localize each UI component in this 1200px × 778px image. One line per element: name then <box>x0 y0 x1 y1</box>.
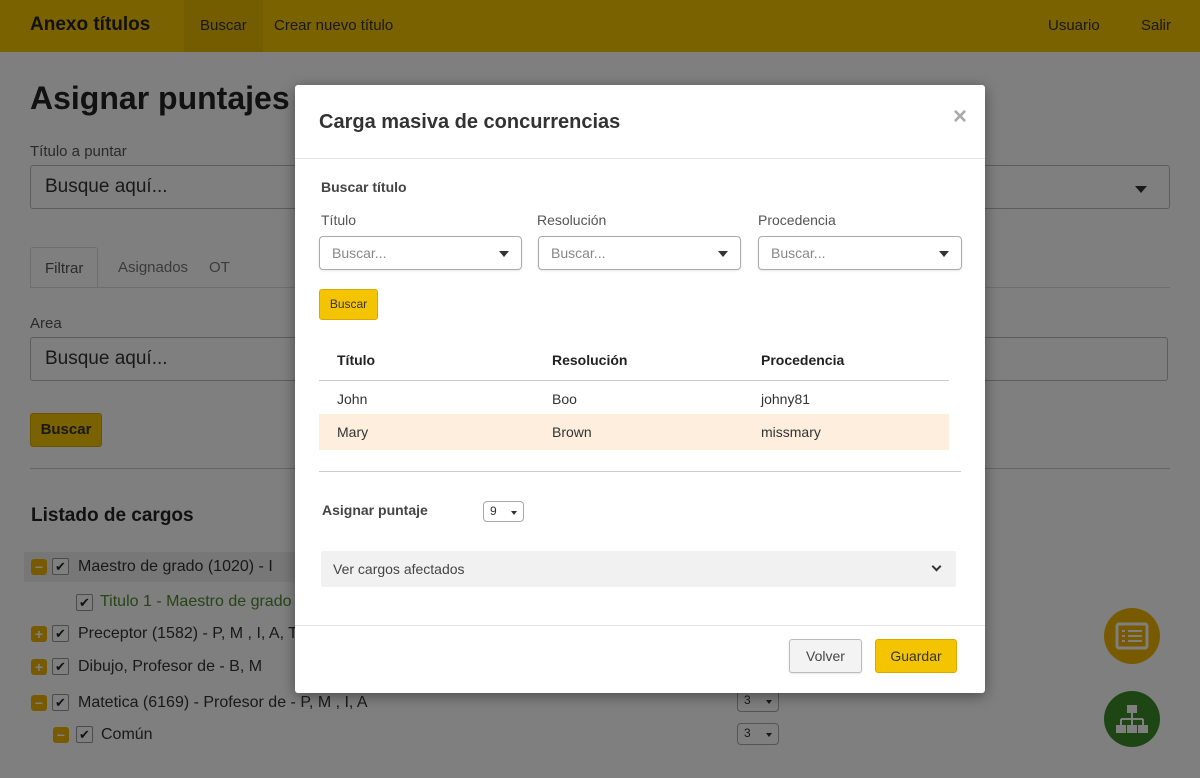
procedencia-filter-placeholder: Buscar... <box>771 245 826 261</box>
cell-procedencia: missmary <box>761 424 821 440</box>
caret-down-icon <box>718 251 728 257</box>
th-procedencia: Procedencia <box>761 352 845 368</box>
th-resolucion: Resolución <box>552 352 628 368</box>
close-icon[interactable]: × <box>953 105 967 129</box>
resolucion-filter-placeholder: Buscar... <box>551 245 606 261</box>
asignar-puntaje-label: Asignar puntaje <box>322 502 428 518</box>
th-titulo: Título <box>337 352 376 368</box>
guardar-button[interactable]: Guardar <box>875 639 957 673</box>
volver-button[interactable]: Volver <box>789 639 862 673</box>
caret-down-icon <box>939 251 949 257</box>
filter-label-resolucion: Resolución <box>537 212 607 228</box>
modal-buscar-button[interactable]: Buscar <box>319 289 378 320</box>
ver-cargos-accordion[interactable]: Ver cargos afectados <box>321 551 956 587</box>
cell-titulo: John <box>337 391 368 407</box>
puntaje-value: 9 <box>490 504 497 518</box>
titulo-filter-select[interactable]: Buscar... <box>319 236 522 270</box>
titulo-filter-placeholder: Buscar... <box>332 245 387 261</box>
modal-divider <box>319 471 961 472</box>
table-row-selected[interactable]: Mary Brown missmary <box>319 414 949 450</box>
carga-masiva-modal: Carga masiva de concurrencias × Buscar t… <box>295 85 985 693</box>
procedencia-filter-select[interactable]: Buscar... <box>758 236 962 270</box>
cell-titulo: Mary <box>337 424 369 440</box>
cell-resolucion: Brown <box>552 424 592 440</box>
caret-down-icon <box>499 251 509 257</box>
filter-label-procedencia: Procedencia <box>758 212 836 228</box>
filter-label-titulo: Título <box>321 212 357 228</box>
modal-footer-divider <box>295 625 985 626</box>
chevron-down-icon <box>931 561 942 572</box>
modal-header-divider <box>295 158 985 159</box>
accordion-label: Ver cargos afectados <box>333 561 465 577</box>
resolucion-filter-select[interactable]: Buscar... <box>538 236 741 270</box>
cell-resolucion: Boo <box>552 391 577 407</box>
modal-title: Carga masiva de concurrencias <box>319 111 621 133</box>
puntaje-select[interactable]: 9 <box>483 501 524 522</box>
table-row[interactable]: John Boo johny81 <box>319 381 949 418</box>
cell-procedencia: johny81 <box>761 391 811 407</box>
buscar-titulo-heading: Buscar título <box>321 179 407 195</box>
caret-down-icon <box>511 511 517 515</box>
